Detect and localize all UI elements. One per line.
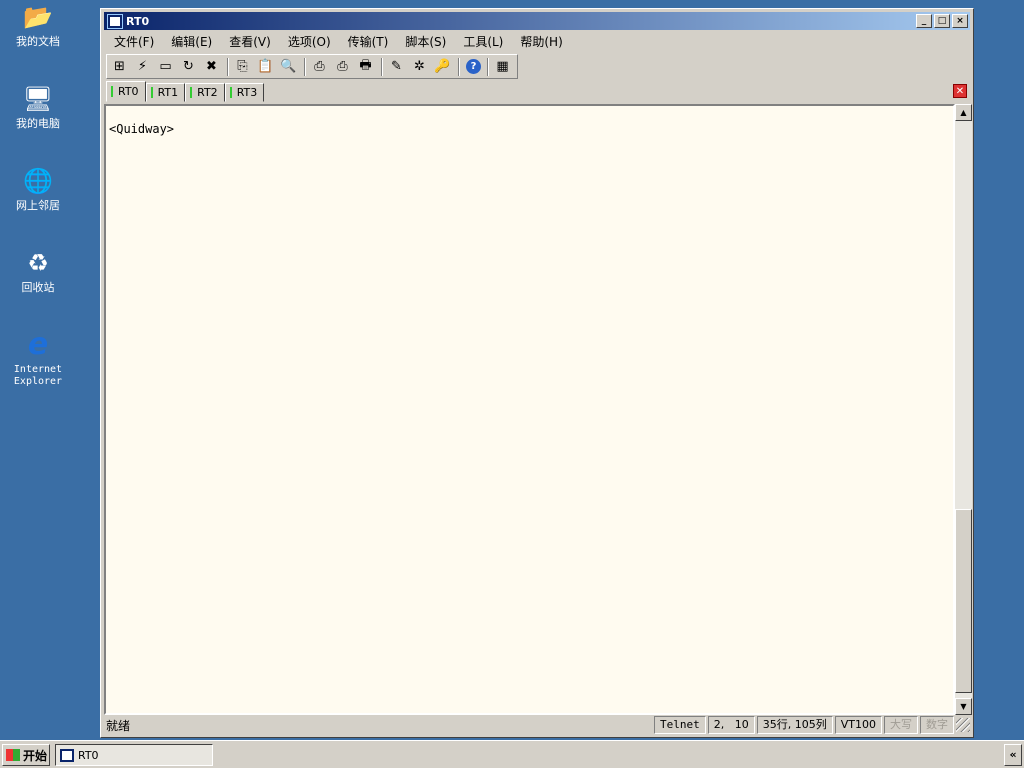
toolbar-separator <box>304 57 306 76</box>
network-places-icon: 🌐 <box>23 167 53 195</box>
tab-rt1[interactable]: RT1 <box>145 83 186 102</box>
start-label: 开始 <box>23 748 48 763</box>
toolbar-options-icon[interactable]: ▦ <box>492 57 513 77</box>
recycle-bin-icon: ♻ <box>27 249 49 277</box>
desktop-icon[interactable]: 🌐 网上邻居 <box>4 166 72 212</box>
status-ready: 就绪 <box>106 718 131 733</box>
copy-icon[interactable]: ⎘ <box>232 57 253 77</box>
disconnect-icon[interactable]: ✖ <box>201 57 222 77</box>
status-emulation: VT100 <box>834 716 882 734</box>
print-screen-icon[interactable]: ⎙ <box>309 57 330 77</box>
my-computer-icon: 🖥 <box>22 85 54 113</box>
tab-label: RT3 <box>236 86 258 99</box>
tab-label: RT2 <box>197 86 218 99</box>
connected-indicator <box>190 87 193 98</box>
tab-rt3[interactable]: RT3 <box>224 83 265 102</box>
maximize-button[interactable]: □ <box>934 14 950 28</box>
print-icon[interactable]: 🖶 <box>355 57 376 77</box>
paste-icon[interactable]: 📋 <box>255 57 276 77</box>
scroll-thumb[interactable] <box>955 509 972 693</box>
status-cursor: 2, 10 <box>707 716 755 734</box>
app-icon <box>60 748 74 762</box>
app-icon <box>107 13 123 29</box>
connected-indicator <box>150 87 153 98</box>
quick-connect-icon[interactable]: ⚡ <box>132 57 153 77</box>
print-selection-icon[interactable]: ⎙ <box>332 57 353 77</box>
windows-logo-icon <box>6 749 20 761</box>
tab-rt0[interactable]: RT0 <box>106 81 146 102</box>
scroll-up-button[interactable]: ▲ <box>955 104 972 121</box>
status-size: 35行, 105列 <box>756 716 833 734</box>
tray-expand-button[interactable]: « <box>1004 744 1022 766</box>
window-title: RT0 <box>126 14 150 28</box>
menu-item[interactable]: 帮助(H) <box>520 33 562 50</box>
help-icon[interactable]: ? <box>466 59 481 74</box>
keymap-icon[interactable]: 🔑 <box>432 57 453 77</box>
task-label: RT0 <box>78 748 99 762</box>
session-options-icon[interactable]: ✎ <box>386 57 407 77</box>
title-bar[interactable]: RT0 _ □ × <box>104 12 970 30</box>
terminal-prompt: <Quidway> <box>109 122 175 136</box>
securecrt-window: RT0 _ □ × 文件(F) 编辑(E) 查看(V) 选项(O) 传输(T) 脚本(S)… <box>100 8 974 738</box>
menu-item[interactable]: 脚本(S) <box>405 33 446 50</box>
tab-label: RT0 <box>118 85 139 98</box>
menu-bar: 文件(F) 编辑(E) 查看(V) 选项(O) 传输(T) 脚本(S) 工具(L) 帮助(H) <box>104 31 970 52</box>
desktop-icon-label: Internet Explorer <box>13 364 63 387</box>
menu-item[interactable]: 查看(V) <box>229 33 271 50</box>
desktop-icon-label: 网上邻居 <box>16 199 60 212</box>
connected-indicator <box>229 87 232 98</box>
start-button[interactable]: 开始 <box>2 744 50 766</box>
session-tabs: RT0 RT1 RT2 RT3 <box>106 81 265 102</box>
menu-item[interactable]: 编辑(E) <box>171 33 212 50</box>
connected-indicator <box>111 86 113 97</box>
desktop-icon[interactable]: 📂 我的文档 <box>4 2 72 48</box>
desktop-icon-label: 我的电脑 <box>16 117 60 130</box>
find-icon[interactable]: 🔍 <box>278 57 299 77</box>
resize-grip[interactable] <box>956 718 970 732</box>
toolbar: ⊞ ⚡ ▭ ↻ ✖ ⎘ 📋 🔍 ⎙ ⎙ 🖶 ✎ ✲ 🔑? ▦ <box>106 54 518 79</box>
desktop-icon-label: 回收站 <box>21 281 55 294</box>
terminal-area[interactable]: <Quidway> <box>104 104 955 715</box>
menu-item[interactable]: 工具(L) <box>463 33 503 50</box>
close-button[interactable]: × <box>952 14 968 28</box>
toolbar-separator <box>487 57 489 76</box>
status-protocol: Telnet <box>654 716 706 734</box>
taskbar: 开始 RT0 « <box>0 740 1024 768</box>
scroll-down-button[interactable]: ▼ <box>955 698 972 715</box>
desktop-icon[interactable]: e Internet Explorer <box>4 330 72 388</box>
toolbar-separator <box>227 57 229 76</box>
tab-label: RT1 <box>157 86 179 99</box>
menu-item[interactable]: 传输(T) <box>348 33 389 50</box>
internet-explorer-icon: e <box>27 327 49 362</box>
minimize-button[interactable]: _ <box>916 14 932 28</box>
sftp-icon[interactable]: ✲ <box>409 57 430 77</box>
connect-icon[interactable]: ⊞ <box>109 57 130 77</box>
connect-tab-icon[interactable]: ▭ <box>155 57 176 77</box>
desktop-icon[interactable]: 🖥 我的电脑 <box>4 84 72 130</box>
desktop-icon[interactable]: ♻ 回收站 <box>4 248 72 294</box>
reconnect-icon[interactable]: ↻ <box>178 57 199 77</box>
tab-rt2[interactable]: RT2 <box>185 83 225 102</box>
toolbar-separator <box>458 57 460 76</box>
my-documents-icon: 📂 <box>23 3 53 31</box>
vertical-scrollbar[interactable]: ▲ ▼ <box>955 104 972 715</box>
status-caps: 大写 <box>884 716 918 734</box>
taskbar-item-rt0[interactable]: RT0 <box>55 744 213 766</box>
toolbar-separator <box>381 57 383 76</box>
menu-item[interactable]: 文件(F) <box>114 33 154 50</box>
close-tab-button[interactable]: ✕ <box>953 84 967 98</box>
menu-item[interactable]: 选项(O) <box>288 33 331 50</box>
desktop-icon-label: 我的文档 <box>16 35 60 48</box>
status-bar: 就绪 Telnet 2, 10 35行, 105列 VT100 大写 数字 <box>104 715 970 735</box>
status-num: 数字 <box>920 716 954 734</box>
